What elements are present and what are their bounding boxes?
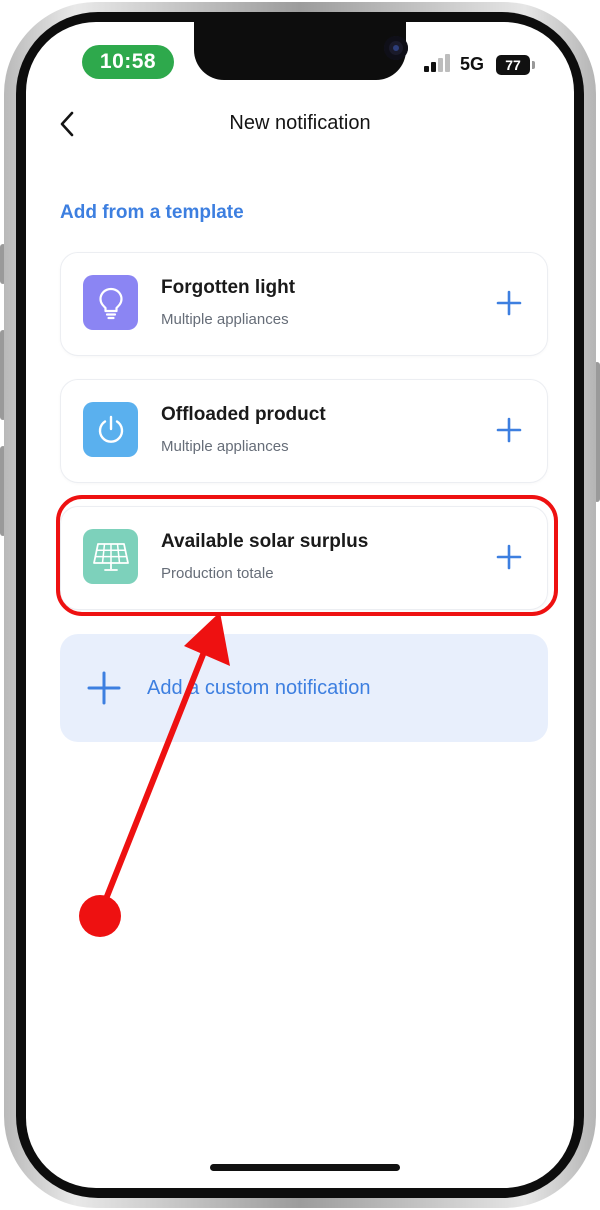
card-title: Available solar surplus <box>161 531 369 552</box>
add-forgotten-light-button[interactable] <box>491 285 527 321</box>
template-card-offloaded-product[interactable]: Offloaded product Multiple appliances <box>60 379 548 483</box>
template-card-available-solar-surplus[interactable]: Available solar surplus Production total… <box>60 506 548 610</box>
card-subtitle: Multiple appliances <box>161 438 289 455</box>
notch <box>194 22 408 80</box>
home-indicator <box>210 1164 400 1171</box>
add-offloaded-product-button[interactable] <box>491 412 527 448</box>
page-title: New notification <box>229 112 371 134</box>
battery-level: 77 <box>505 57 521 73</box>
solar-panel-icon <box>83 529 138 584</box>
section-title-templates: Add from a template <box>60 202 244 223</box>
plus-icon <box>496 544 522 570</box>
card-subtitle: Production totale <box>161 565 274 582</box>
battery-icon: 77 <box>496 55 530 75</box>
template-card-forgotten-light[interactable]: Forgotten light Multiple appliances <box>60 252 548 356</box>
plus-icon <box>496 417 522 443</box>
plus-icon <box>87 671 121 705</box>
front-camera-icon <box>384 36 408 60</box>
card-title: Offloaded product <box>161 404 326 425</box>
add-custom-notification-button[interactable]: Add a custom notification <box>60 634 548 742</box>
add-available-solar-surplus-button[interactable] <box>491 539 527 575</box>
power-icon <box>83 402 138 457</box>
status-time: 10:58 <box>82 45 174 79</box>
custom-notification-label: Add a custom notification <box>147 677 371 699</box>
lightbulb-icon <box>83 275 138 330</box>
network-type: 5G <box>460 54 485 74</box>
plus-icon <box>496 290 522 316</box>
card-title: Forgotten light <box>161 277 296 298</box>
screen: 10:58 5G 77 New notification Add from a … <box>26 22 574 1188</box>
battery-tip <box>532 61 535 69</box>
cellular-signal-icon <box>424 54 452 72</box>
card-subtitle: Multiple appliances <box>161 311 289 328</box>
